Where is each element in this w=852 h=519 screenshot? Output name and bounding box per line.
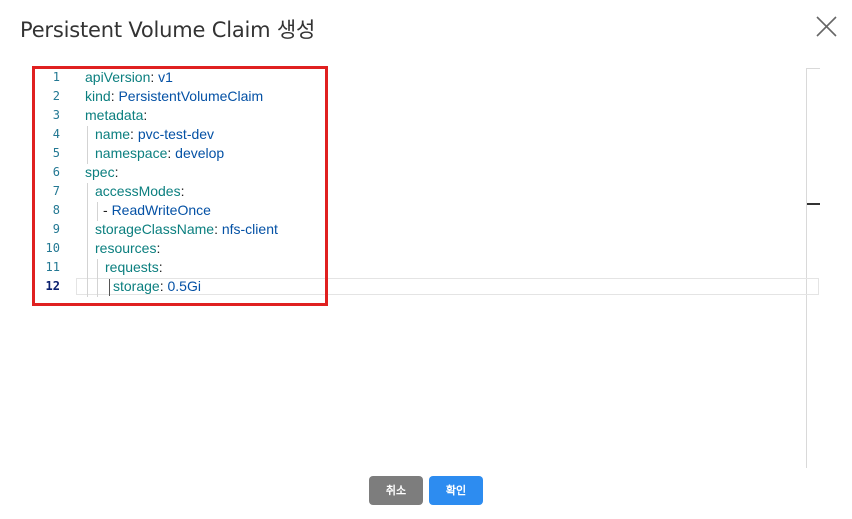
yaml-key: requests bbox=[105, 259, 159, 275]
line-number: 7 bbox=[52, 184, 60, 198]
confirm-button[interactable]: 확인 bbox=[429, 476, 483, 505]
code-line[interactable]: 2 kind: PersistentVolumeClaim bbox=[36, 87, 806, 106]
code-line[interactable]: 9 storageClassName: nfs-client bbox=[36, 220, 806, 239]
code-line[interactable]: 5 namespace: develop bbox=[36, 144, 806, 163]
line-number: 4 bbox=[52, 127, 60, 141]
yaml-key: spec bbox=[85, 164, 115, 180]
yaml-value: develop bbox=[175, 145, 225, 161]
yaml-key: accessModes bbox=[95, 183, 181, 199]
close-icon[interactable] bbox=[812, 13, 840, 41]
line-number: 6 bbox=[52, 165, 60, 179]
code-line[interactable]: 8 - ReadWriteOnce bbox=[36, 201, 806, 220]
line-number: 8 bbox=[52, 203, 60, 217]
code-line[interactable]: 3 metadata: bbox=[36, 106, 806, 125]
editor-scrollbar-track bbox=[806, 68, 807, 468]
yaml-value: 0.5Gi bbox=[167, 278, 201, 294]
line-number: 2 bbox=[52, 89, 60, 103]
create-pvc-dialog: Persistent Volume Claim 생성 1 apiVersion:… bbox=[0, 0, 852, 519]
yaml-key: name bbox=[95, 126, 131, 142]
dialog-title: Persistent Volume Claim 생성 bbox=[20, 18, 316, 42]
line-number: 9 bbox=[52, 222, 60, 236]
cancel-button[interactable]: 취소 bbox=[369, 476, 423, 505]
yaml-key: resources bbox=[95, 240, 157, 256]
yaml-key: namespace bbox=[95, 145, 168, 161]
yaml-value: PersistentVolumeClaim bbox=[118, 88, 264, 104]
line-number: 12 bbox=[45, 279, 60, 293]
line-number: 1 bbox=[52, 70, 60, 84]
line-number: 11 bbox=[45, 260, 60, 274]
yaml-value: ReadWriteOnce bbox=[111, 202, 211, 218]
yaml-key: apiVersion bbox=[85, 69, 151, 85]
code-line[interactable]: 1 apiVersion: v1 bbox=[36, 68, 806, 87]
line-number: 10 bbox=[45, 241, 60, 255]
yaml-value: nfs-client bbox=[221, 221, 278, 237]
code-line[interactable]: 11 requests: bbox=[36, 258, 806, 277]
editor-scrollbar-top bbox=[806, 68, 820, 69]
code-line[interactable]: 6 spec: bbox=[36, 163, 806, 182]
code-line[interactable]: 4 name: pvc-test-dev bbox=[36, 125, 806, 144]
yaml-key: storage bbox=[113, 278, 160, 294]
line-number: 3 bbox=[52, 108, 60, 122]
code-line[interactable]: 10 resources: bbox=[36, 239, 806, 258]
yaml-value: pvc-test-dev bbox=[137, 126, 215, 142]
line-number: 5 bbox=[52, 146, 60, 160]
yaml-key: storageClassName bbox=[95, 221, 215, 237]
code-line-active[interactable]: 12 storage: 0.5Gi bbox=[36, 277, 806, 296]
editor-scroll-marker[interactable] bbox=[807, 203, 820, 205]
yaml-value: v1 bbox=[158, 69, 173, 85]
yaml-key: metadata bbox=[85, 107, 144, 123]
yaml-key: kind bbox=[85, 88, 111, 104]
code-line[interactable]: 7 accessModes: bbox=[36, 182, 806, 201]
